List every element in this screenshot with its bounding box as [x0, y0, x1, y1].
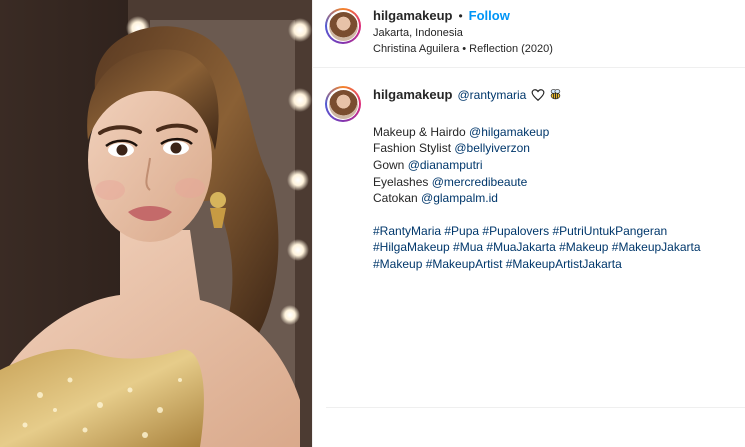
post-caption: hilgamakeup @rantymaria Makeup & Hairdo … [313, 68, 745, 272]
hashtag-line[interactable]: #RantyMaria #Pupa #Pupalovers #PutriUntu… [373, 223, 701, 240]
post-header: hilgamakeup • Follow Jakarta, Indonesia … [313, 0, 745, 68]
header-top-row: hilgamakeup • Follow [373, 8, 553, 24]
caption-first-line: hilgamakeup @rantymaria [373, 86, 701, 104]
credit-line: Makeup & Hairdo @hilgamakeup [373, 124, 701, 141]
avatar-frame [327, 88, 359, 120]
caption-avatar[interactable] [325, 86, 361, 122]
credit-label: Gown [373, 158, 408, 173]
follow-button[interactable]: Follow [469, 8, 510, 24]
author-username[interactable]: hilgamakeup [373, 8, 452, 24]
white-heart-icon [531, 89, 545, 101]
credit-label: Makeup & Hairdo [373, 124, 470, 139]
hashtag-line[interactable]: #Makeup #MakeupArtist #MakeupArtistJakar… [373, 256, 701, 273]
header-text: hilgamakeup • Follow Jakarta, Indonesia … [373, 8, 553, 56]
caption-body: hilgamakeup @rantymaria Makeup & Hairdo … [373, 86, 701, 272]
lead-mention-link[interactable]: @rantymaria [457, 87, 526, 104]
credit-label: Eyelashes [373, 174, 432, 189]
credit-handle-link[interactable]: @mercredibeaute [432, 175, 528, 189]
avatar-image [328, 11, 358, 41]
credit-handle-link[interactable]: @glampalm.id [421, 191, 498, 205]
credit-handle-link[interactable]: @bellyiverzon [454, 141, 530, 155]
credits-list: Makeup & Hairdo @hilgamakeup Fashion Sty… [373, 124, 701, 207]
caption-username[interactable]: hilgamakeup [373, 86, 452, 104]
credit-handle-link[interactable]: @hilgamakeup [469, 125, 549, 139]
credit-line: Gown @dianamputri [373, 157, 701, 174]
credit-handle-link[interactable]: @dianamputri [408, 158, 483, 172]
divider [326, 407, 745, 408]
credit-line: Eyelashes @mercredibeaute [373, 174, 701, 191]
post-side-panel: hilgamakeup • Follow Jakarta, Indonesia … [313, 0, 745, 447]
instagram-post: hilgamakeup • Follow Jakarta, Indonesia … [0, 0, 745, 447]
portrait-image [0, 0, 312, 447]
credit-line: Fashion Stylist @bellyiverzon [373, 140, 701, 157]
hashtag-list: #RantyMaria #Pupa #Pupalovers #PutriUntu… [373, 223, 701, 273]
bee-icon [551, 89, 561, 100]
credit-label: Fashion Stylist [373, 141, 455, 156]
post-audio[interactable]: Christina Aguilera • Reflection (2020) [373, 43, 553, 56]
credit-label: Catokan [373, 191, 422, 206]
separator-dot: • [458, 8, 463, 23]
hashtag-line[interactable]: #HilgaMakeup #Mua #MuaJakarta #Makeup #M… [373, 239, 701, 256]
post-photo[interactable] [0, 0, 313, 447]
avatar-frame [327, 10, 359, 42]
credit-line: Catokan @glampalm.id [373, 190, 701, 207]
avatar-image [328, 89, 358, 119]
author-avatar[interactable] [325, 8, 361, 44]
post-location[interactable]: Jakarta, Indonesia [373, 27, 553, 40]
